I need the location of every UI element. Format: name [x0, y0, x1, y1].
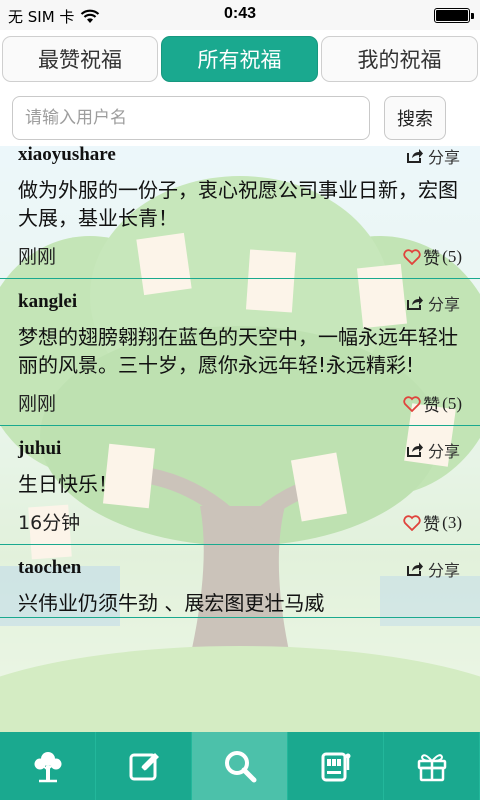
slot-machine-icon: [321, 752, 350, 782]
search-icon: [224, 751, 256, 783]
tab-all-wishes[interactable]: 所有祝福: [161, 36, 318, 82]
post-username[interactable]: kanglei: [18, 291, 77, 313]
post-time: 16分钟: [18, 512, 81, 534]
nav-wish-tree[interactable]: [0, 732, 96, 800]
post-footer: 16分钟 赞 (3): [0, 498, 480, 544]
share-button[interactable]: 分享: [406, 146, 460, 168]
like-button[interactable]: 赞 (5): [403, 391, 462, 416]
post-item: kanglei 分享 梦想的翅膀翱翔在蓝色的天空中，一幅永远年轻壮丽的风景。三十…: [0, 279, 480, 426]
post-item: juhui 分享 生日快乐！ 16分钟 赞 (3): [0, 426, 480, 545]
share-icon: [406, 149, 423, 163]
post-header: kanglei 分享: [0, 279, 480, 323]
status-time: 0:43: [223, 5, 257, 22]
post-time: 刚刚: [18, 393, 57, 415]
nav-lottery[interactable]: [288, 732, 384, 800]
heart-icon: [403, 514, 421, 531]
post-username[interactable]: xiaoyushare: [18, 146, 116, 166]
post-list: xiaoyushare 分享 做为外服的一份子，衷心祝愿公司事业日新，宏图大展，…: [0, 146, 480, 618]
post-time: 刚刚: [18, 246, 57, 268]
share-label: 分享: [427, 295, 460, 314]
search-button[interactable]: 搜索: [384, 96, 446, 140]
share-icon: [406, 296, 423, 310]
post-footer: 刚刚 赞 (5): [0, 232, 480, 278]
gift-icon: [417, 754, 446, 782]
heart-icon: [403, 248, 421, 265]
post-content: 做为外服的一份子，衷心祝愿公司事业日新，宏图大展，基业长青！: [18, 178, 458, 230]
post-content: 兴伟业仍须牛劲 、展宏图更壮马威: [18, 591, 325, 615]
share-button[interactable]: 分享: [406, 557, 460, 581]
wish-feed[interactable]: xiaoyushare 分享 做为外服的一份子，衷心祝愿公司事业日新，宏图大展，…: [0, 146, 480, 732]
status-bar: 无 SIM 卡 0:43: [0, 0, 480, 30]
like-label: 赞: [423, 396, 441, 416]
like-label: 赞: [423, 515, 441, 535]
post-item: taochen 分享 兴伟业仍须牛劲 、展宏图更壮马威: [0, 545, 480, 618]
like-count: (5): [442, 246, 462, 266]
tab-bar: 最赞祝福 所有祝福 我的祝福: [0, 36, 480, 84]
post-item: xiaoyushare 分享 做为外服的一份子，衷心祝愿公司事业日新，宏图大展，…: [0, 146, 480, 279]
post-content: 梦想的翅膀翱翔在蓝色的天空中，一幅永远年轻壮丽的风景。三十岁，愿你永远年轻!永远…: [18, 325, 458, 377]
like-count: (5): [442, 393, 462, 413]
post-header: xiaoyushare 分享: [0, 146, 480, 176]
search-input[interactable]: [12, 96, 370, 140]
edit-icon: [129, 753, 159, 781]
like-button[interactable]: 赞 (3): [403, 510, 462, 535]
battery-icon: [434, 8, 474, 23]
nav-gifts[interactable]: [384, 732, 480, 800]
share-label: 分享: [427, 442, 460, 461]
post-footer: 刚刚 赞 (5): [0, 379, 480, 425]
tab-top-wishes[interactable]: 最赞祝福: [2, 36, 158, 82]
like-button[interactable]: 赞 (5): [403, 244, 462, 269]
bottom-nav: [0, 732, 480, 800]
heart-icon: [403, 395, 421, 412]
share-button[interactable]: 分享: [406, 291, 460, 315]
share-icon: [406, 562, 423, 576]
post-username[interactable]: juhui: [18, 438, 61, 460]
share-label: 分享: [427, 148, 460, 167]
share-label: 分享: [427, 561, 460, 580]
share-button[interactable]: 分享: [406, 438, 460, 462]
tree-icon: [34, 752, 61, 783]
search-row: 搜索: [0, 88, 480, 146]
post-content: 生日快乐！: [18, 472, 118, 496]
post-header: juhui 分享: [0, 426, 480, 470]
nav-write-wish[interactable]: [96, 732, 192, 800]
battery-fill: [436, 10, 468, 21]
nav-search[interactable]: [192, 732, 288, 800]
post-username[interactable]: taochen: [18, 557, 81, 579]
like-label: 赞: [423, 249, 441, 269]
post-header: taochen 分享: [0, 545, 480, 589]
like-count: (3): [442, 512, 462, 532]
tab-my-wishes[interactable]: 我的祝福: [321, 36, 478, 82]
share-icon: [406, 443, 423, 457]
